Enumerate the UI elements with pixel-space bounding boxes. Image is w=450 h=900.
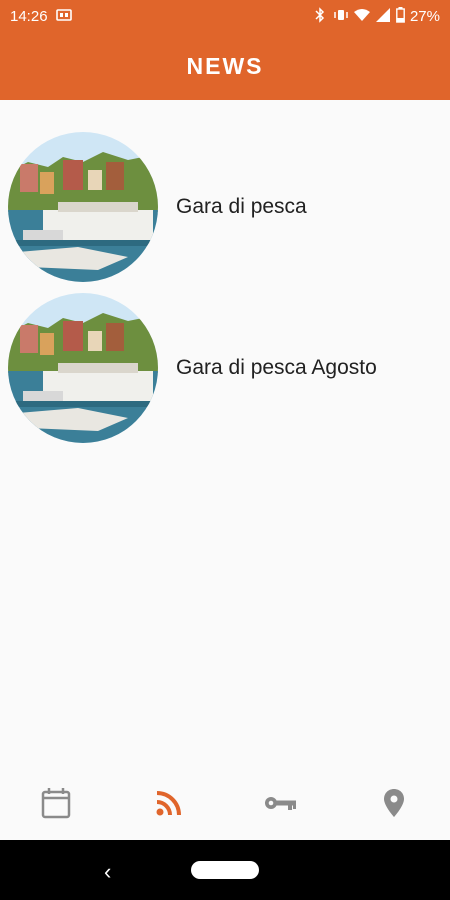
status-bar: 14:26 27% bbox=[0, 0, 450, 33]
app-bar: NEWS bbox=[0, 33, 450, 100]
signal-icon bbox=[375, 7, 391, 27]
nav-access[interactable] bbox=[225, 770, 338, 840]
battery-icon bbox=[396, 6, 405, 27]
news-list: Gara di pesca Gara di pesca Agosto bbox=[0, 100, 450, 452]
calendar-icon bbox=[41, 787, 71, 824]
wifi-icon bbox=[353, 7, 370, 27]
rss-icon bbox=[156, 790, 182, 821]
news-title: Gara di pesca bbox=[176, 195, 307, 218]
news-thumbnail bbox=[8, 132, 158, 282]
system-navigation-bar: ‹ bbox=[0, 840, 450, 900]
news-title: Gara di pesca Agosto bbox=[176, 355, 377, 379]
home-button[interactable] bbox=[191, 861, 259, 879]
status-time: 14:26 bbox=[10, 8, 48, 25]
bluetooth-icon bbox=[312, 6, 328, 27]
list-item[interactable]: Gara di pesca Agosto bbox=[0, 283, 450, 452]
vibrate-icon bbox=[333, 7, 349, 27]
notification-icon bbox=[55, 7, 72, 27]
list-item[interactable]: Gara di pesca bbox=[0, 131, 450, 283]
nav-calendar[interactable] bbox=[0, 770, 113, 840]
news-thumbnail bbox=[8, 292, 158, 443]
key-icon bbox=[264, 793, 298, 818]
nav-location[interactable] bbox=[338, 770, 450, 840]
bottom-navigation bbox=[0, 770, 450, 840]
page-title: NEWS bbox=[186, 53, 264, 79]
nav-news[interactable] bbox=[113, 770, 226, 840]
location-icon bbox=[383, 788, 405, 823]
back-button[interactable]: ‹ bbox=[104, 859, 111, 885]
battery-percent: 27% bbox=[409, 8, 440, 25]
